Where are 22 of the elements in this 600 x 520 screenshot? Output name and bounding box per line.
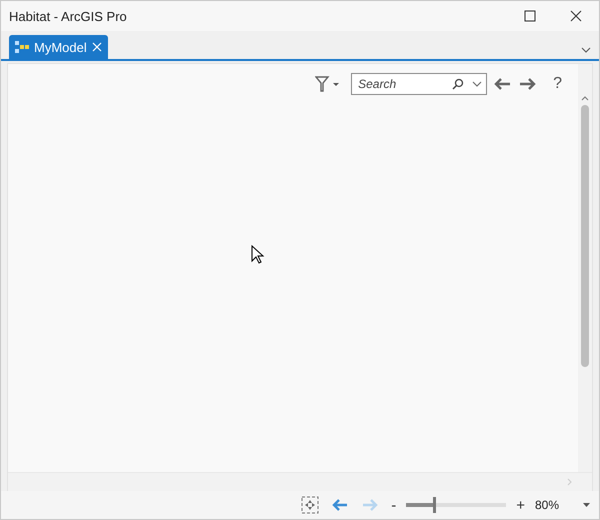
full-extent-button[interactable] bbox=[299, 494, 322, 516]
scroll-up-icon[interactable] bbox=[581, 96, 589, 101]
chevron-down-icon[interactable] bbox=[472, 81, 482, 87]
model-icon bbox=[15, 41, 29, 53]
slider-thumb[interactable] bbox=[433, 497, 436, 513]
cursor-icon bbox=[251, 245, 265, 265]
dropdown-icon[interactable] bbox=[583, 502, 591, 508]
close-icon[interactable] bbox=[92, 42, 102, 52]
zoom-value[interactable]: 80% bbox=[535, 498, 575, 512]
close-icon bbox=[570, 10, 582, 22]
search-field[interactable]: Search bbox=[351, 73, 488, 95]
chevron-down-icon[interactable] bbox=[581, 47, 591, 53]
window-title: Habitat - ArcGIS Pro bbox=[9, 8, 128, 24]
search-input[interactable]: Search bbox=[356, 76, 452, 92]
maximize-icon bbox=[524, 10, 536, 22]
search-icon[interactable] bbox=[452, 78, 464, 90]
zoom-in-button[interactable]: + bbox=[514, 496, 527, 514]
vertical-scrollbar[interactable] bbox=[578, 64, 592, 472]
zoom-out-button[interactable]: - bbox=[389, 496, 398, 514]
horizontal-scrollbar[interactable] bbox=[8, 472, 592, 491]
help-button[interactable]: ? bbox=[547, 74, 568, 94]
model-tab[interactable]: MyModel bbox=[9, 35, 108, 59]
